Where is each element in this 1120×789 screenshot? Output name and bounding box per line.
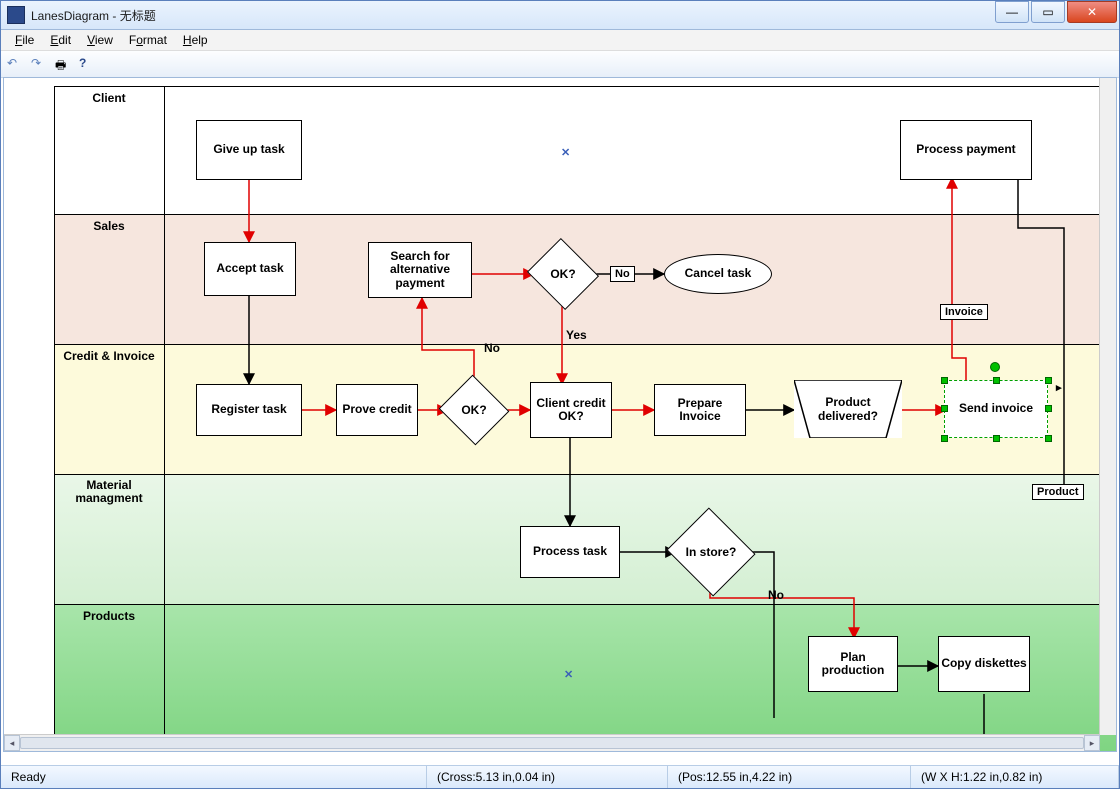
node-give-up-task[interactable]: Give up task — [196, 120, 302, 180]
lane-label-sales: Sales — [54, 216, 164, 233]
menubar: File Edit View Format Help — [1, 30, 1119, 51]
selection-handle[interactable] — [1045, 405, 1052, 412]
diagram-canvas[interactable]: Client Sales Credit & Invoice Material m… — [4, 78, 1100, 738]
node-in-store[interactable]: In store? — [678, 522, 744, 582]
anchor-cross-icon: ✕ — [561, 146, 570, 159]
label-no-credit: No — [484, 341, 500, 355]
node-send-invoice[interactable]: Send invoice — [944, 380, 1048, 438]
selection-handle[interactable] — [993, 377, 1000, 384]
lane-label-material: Material managment — [54, 476, 164, 505]
print-icon[interactable]: 🖶 — [55, 56, 71, 72]
label-no-sales: No — [610, 266, 635, 282]
toolbar: ↶ ↷ 🖶 ? — [1, 51, 1119, 78]
node-plan-production[interactable]: Plan production — [808, 636, 898, 692]
selection-handle[interactable] — [993, 435, 1000, 442]
selection-handle[interactable] — [1045, 435, 1052, 442]
menu-help[interactable]: Help — [175, 31, 216, 49]
label-product: Product — [1032, 484, 1084, 500]
redo-icon[interactable]: ↷ — [31, 56, 47, 72]
canvas-area[interactable]: Client Sales Credit & Invoice Material m… — [3, 77, 1117, 752]
selection-handle[interactable] — [1045, 377, 1052, 384]
lane-label-products: Products — [54, 606, 164, 623]
menu-view[interactable]: View — [79, 31, 121, 49]
minimize-button[interactable]: — — [995, 1, 1029, 23]
selection-handle[interactable] — [941, 405, 948, 412]
node-search-alt-payment[interactable]: Search for alternative payment — [368, 242, 472, 298]
menu-file[interactable]: File — [7, 31, 42, 49]
lanes-label-separator — [164, 86, 165, 752]
node-prepare-invoice[interactable]: Prepare Invoice — [654, 384, 746, 436]
menu-edit[interactable]: Edit — [42, 31, 79, 49]
app-icon — [7, 6, 25, 24]
undo-icon[interactable]: ↶ — [7, 56, 23, 72]
selection-handle[interactable] — [941, 435, 948, 442]
node-cancel-task[interactable]: Cancel task — [664, 254, 772, 294]
anchor-cross-icon: ✕ — [564, 668, 573, 681]
close-button[interactable]: ✕ — [1067, 1, 1117, 23]
titlebar: LanesDiagram - 无标题 — ▭ ✕ — [1, 1, 1119, 30]
scroll-left-button[interactable]: ◂ — [4, 735, 20, 751]
vertical-scrollbar[interactable] — [1099, 78, 1116, 735]
node-copy-diskettes[interactable]: Copy diskettes — [938, 636, 1030, 692]
node-process-payment[interactable]: Process payment — [900, 120, 1032, 180]
window-title: LanesDiagram - 无标题 — [31, 7, 156, 24]
label-yes: Yes — [566, 328, 587, 342]
help-icon[interactable]: ? — [79, 56, 95, 72]
lanes-left-border — [54, 86, 55, 752]
expand-indicator-icon[interactable]: ▸ — [1056, 381, 1062, 394]
menu-format[interactable]: Format — [121, 31, 175, 49]
status-cross: (Cross:5.13 in,0.04 in) — [427, 766, 668, 788]
node-client-credit-ok[interactable]: Client credit OK? — [530, 382, 612, 438]
node-accept-task[interactable]: Accept task — [204, 242, 296, 296]
scroll-thumb[interactable] — [20, 737, 1084, 749]
node-process-task[interactable]: Process task — [520, 526, 620, 578]
statusbar: Ready (Cross:5.13 in,0.04 in) (Pos:12.55… — [1, 765, 1119, 788]
lane-label-credit: Credit & Invoice — [54, 346, 164, 363]
node-prove-credit[interactable]: Prove credit — [336, 384, 418, 436]
status-pos: (Pos:12.55 in,4.22 in) — [668, 766, 911, 788]
node-register-task[interactable]: Register task — [196, 384, 302, 436]
lane-label-client: Client — [54, 88, 164, 105]
status-size: (W X H:1.22 in,0.82 in) — [911, 766, 1119, 788]
selection-handle[interactable] — [941, 377, 948, 384]
maximize-button[interactable]: ▭ — [1031, 1, 1065, 23]
scroll-right-button[interactable]: ▸ — [1084, 735, 1100, 751]
horizontal-scrollbar[interactable]: ◂ ▸ — [4, 734, 1100, 751]
label-no-store: No — [768, 588, 784, 602]
rotate-handle[interactable] — [990, 362, 1000, 372]
node-ok-sales[interactable]: OK? — [536, 250, 590, 298]
status-ready: Ready — [1, 766, 427, 788]
node-product-delivered[interactable]: Product delivered? — [794, 380, 902, 438]
node-ok-credit[interactable]: OK? — [448, 386, 500, 434]
label-invoice: Invoice — [940, 304, 988, 320]
